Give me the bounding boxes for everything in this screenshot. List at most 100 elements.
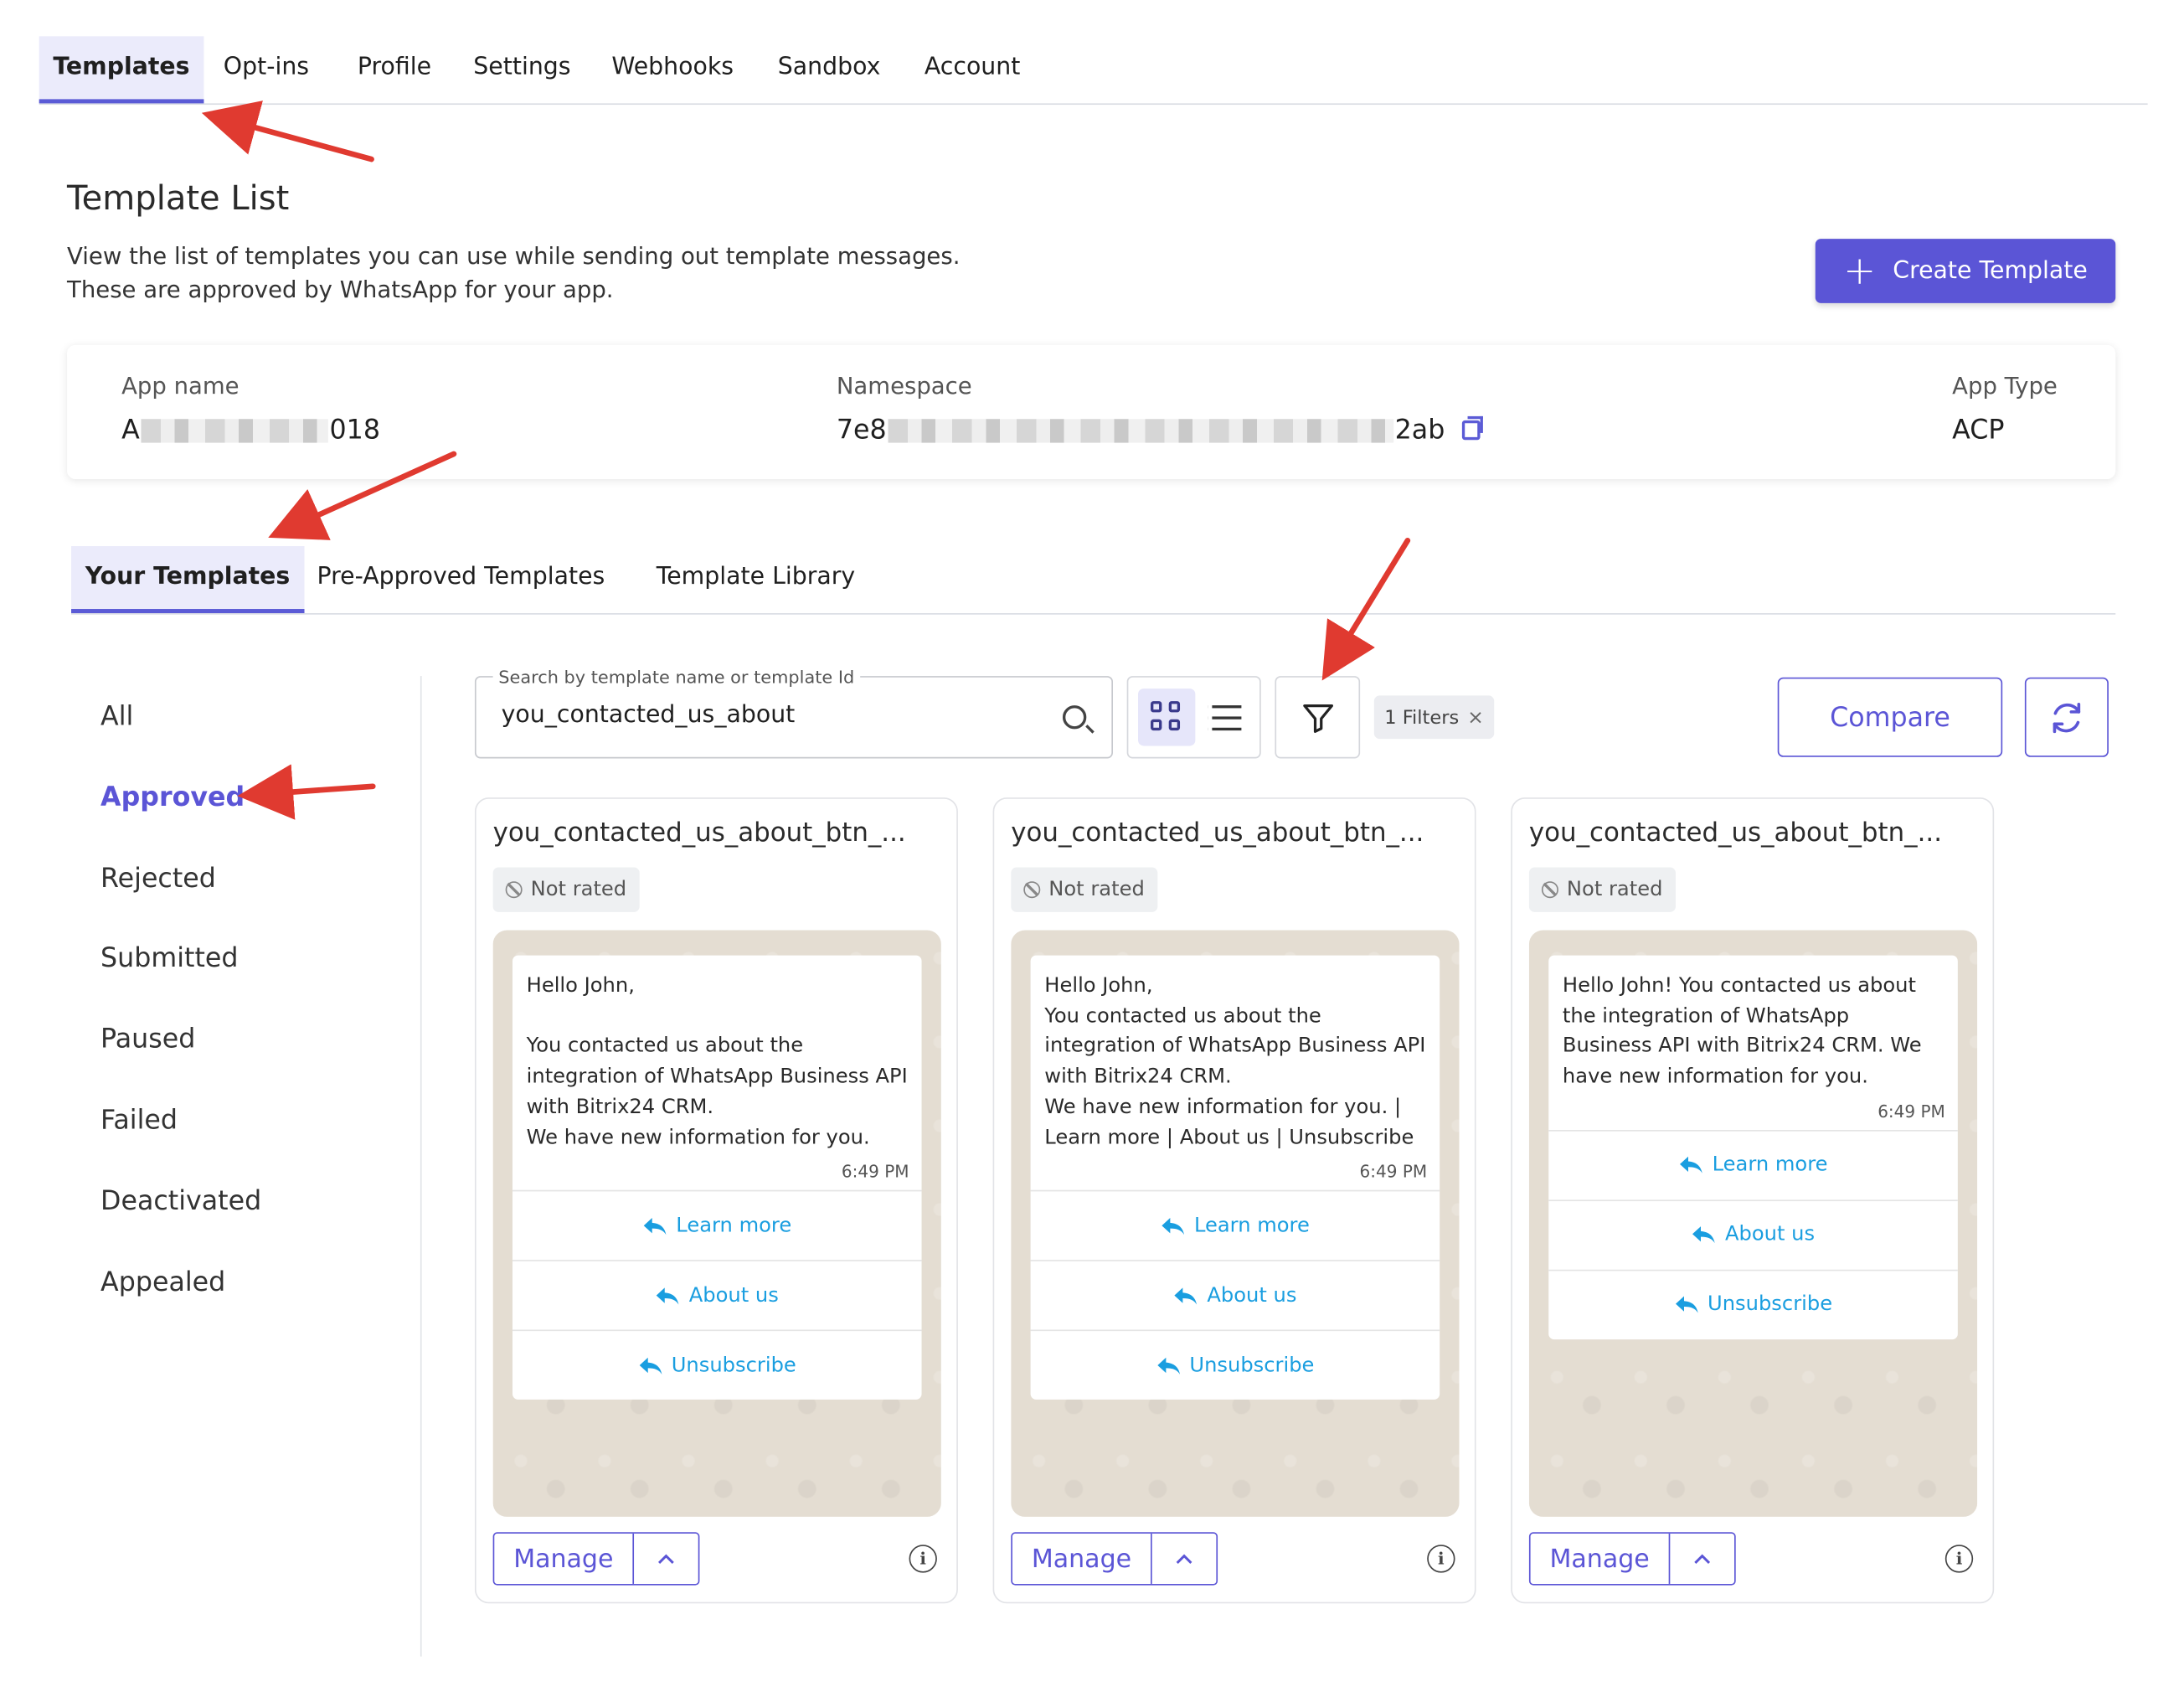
top-tab-sandbox[interactable]: Sandbox bbox=[764, 36, 894, 103]
info-icon[interactable]: i bbox=[1944, 1545, 1974, 1573]
status-paused[interactable]: Paused bbox=[100, 1024, 195, 1055]
rating-label: Not rated bbox=[1048, 878, 1145, 901]
vertical-divider bbox=[420, 676, 422, 1657]
manage-button[interactable]: Manage bbox=[1531, 1533, 1671, 1584]
quick-reply-learn-more[interactable]: Learn more bbox=[1030, 1190, 1440, 1260]
top-tab-opt-ins[interactable]: Opt-ins bbox=[209, 36, 323, 103]
manage-button[interactable]: Manage bbox=[1012, 1533, 1152, 1584]
tab-template-library[interactable]: Template Library bbox=[642, 546, 869, 613]
manage-button[interactable]: Manage bbox=[494, 1533, 635, 1584]
refresh-icon bbox=[2053, 702, 2081, 733]
filter-icon bbox=[1302, 704, 1333, 733]
chevron-up-icon[interactable] bbox=[1670, 1534, 1734, 1584]
app-name-suffix: 018 bbox=[329, 415, 381, 446]
reply-icon bbox=[657, 1287, 680, 1304]
redacted-blur bbox=[888, 418, 1393, 442]
refresh-button[interactable] bbox=[2024, 677, 2109, 757]
message-preview: Hello John, You contacted us about the i… bbox=[1011, 930, 1460, 1517]
app-name-label: App name bbox=[121, 373, 240, 400]
message-time: 6:49 PM bbox=[841, 1162, 909, 1183]
quick-reply-label: Unsubscribe bbox=[1189, 1354, 1315, 1377]
quick-reply-about-us[interactable]: About us bbox=[1548, 1199, 1958, 1269]
arrow-to-approved-filter bbox=[237, 764, 376, 820]
reply-icon bbox=[1692, 1226, 1716, 1244]
status-submitted[interactable]: Submitted bbox=[100, 943, 238, 974]
status-rejected[interactable]: Rejected bbox=[100, 864, 216, 895]
quick-reply-label: Learn more bbox=[1712, 1153, 1828, 1177]
tab-pre-approved-templates[interactable]: Pre-Approved Templates bbox=[303, 546, 619, 613]
quick-reply-label: Learn more bbox=[676, 1215, 792, 1237]
top-tab-webhooks[interactable]: Webhooks bbox=[598, 36, 748, 103]
message-preview: Hello John, You contacted us about the i… bbox=[492, 930, 941, 1517]
rating-badge: Not rated bbox=[1011, 867, 1157, 912]
reply-icon bbox=[1162, 1217, 1185, 1235]
template-card[interactable]: you_contacted_us_about_btn_... Not rated… bbox=[1511, 797, 1995, 1604]
compare-button[interactable]: Compare bbox=[1777, 677, 2003, 757]
template-name: you_contacted_us_about_btn_... bbox=[492, 818, 906, 848]
reply-icon bbox=[1174, 1287, 1198, 1304]
grid-view-icon[interactable] bbox=[1138, 689, 1196, 746]
quick-reply-learn-more[interactable]: Learn more bbox=[1548, 1129, 1958, 1199]
chevron-up-icon[interactable] bbox=[1152, 1534, 1217, 1584]
quick-reply-label: Learn more bbox=[1193, 1215, 1310, 1237]
message-bubble: Hello John! You contacted us about the i… bbox=[1548, 955, 1958, 1339]
app-name-value: A 018 bbox=[121, 415, 380, 446]
search-field: Search by template name or template Id bbox=[474, 666, 1113, 759]
template-card[interactable]: you_contacted_us_about_btn_... Not rated… bbox=[474, 797, 958, 1604]
arrow-to-templates-tab bbox=[201, 101, 374, 162]
copy-icon[interactable] bbox=[1461, 415, 1483, 441]
message-bubble: Hello John, You contacted us about the i… bbox=[512, 955, 922, 1400]
top-tab-profile[interactable]: Profile bbox=[343, 36, 445, 103]
description-line-2: These are approved by WhatsApp for your … bbox=[67, 276, 614, 303]
namespace-label: Namespace bbox=[836, 373, 972, 400]
plus-icon: + bbox=[1843, 247, 1877, 294]
template-card[interactable]: you_contacted_us_about_btn_... Not rated… bbox=[992, 797, 1476, 1604]
namespace-suffix: 2ab bbox=[1394, 415, 1445, 446]
reply-icon bbox=[1675, 1296, 1698, 1313]
status-failed[interactable]: Failed bbox=[100, 1105, 178, 1136]
search-input[interactable] bbox=[501, 701, 1033, 730]
quick-reply-label: Unsubscribe bbox=[671, 1354, 796, 1377]
top-tab-settings[interactable]: Settings bbox=[460, 36, 585, 103]
description-line-1: View the list of templates you can use w… bbox=[67, 243, 961, 270]
quick-reply-label: Unsubscribe bbox=[1708, 1293, 1833, 1317]
filter-chip-label: 1 Filters bbox=[1384, 705, 1460, 729]
quick-reply-label: About us bbox=[688, 1284, 779, 1308]
rating-badge: Not rated bbox=[1528, 867, 1676, 912]
filter-chip[interactable]: 1 Filters × bbox=[1373, 695, 1495, 740]
info-icon[interactable]: i bbox=[1427, 1545, 1455, 1573]
search-legend: Search by template name or template Id bbox=[492, 666, 860, 688]
namespace-prefix: 7e8 bbox=[836, 415, 887, 446]
status-appealed[interactable]: Appealed bbox=[100, 1266, 225, 1297]
top-tab-templates[interactable]: Templates bbox=[39, 36, 204, 104]
top-nav: Templates Opt-ins Profile Settings Webho… bbox=[39, 36, 2148, 106]
create-template-button[interactable]: + Create Template bbox=[1815, 239, 2116, 303]
reply-icon bbox=[1680, 1157, 1702, 1174]
chevron-up-icon[interactable] bbox=[634, 1534, 698, 1584]
message-body: Hello John, You contacted us about the i… bbox=[526, 974, 908, 1149]
tab-your-templates[interactable]: Your Templates bbox=[71, 545, 304, 614]
reply-icon bbox=[639, 1357, 662, 1375]
filter-button[interactable] bbox=[1275, 676, 1361, 759]
quick-reply-label: About us bbox=[1724, 1224, 1816, 1246]
template-name: you_contacted_us_about_btn_... bbox=[1528, 818, 1942, 848]
status-approved[interactable]: Approved bbox=[100, 782, 245, 813]
quick-reply-about-us[interactable]: About us bbox=[1030, 1260, 1440, 1329]
quick-reply-unsubscribe[interactable]: Unsubscribe bbox=[1030, 1329, 1440, 1400]
rating-badge: Not rated bbox=[492, 867, 640, 912]
close-icon[interactable]: × bbox=[1467, 706, 1484, 729]
quick-reply-about-us[interactable]: About us bbox=[512, 1260, 922, 1329]
status-deactivated[interactable]: Deactivated bbox=[100, 1186, 261, 1217]
status-all[interactable]: All bbox=[100, 701, 133, 732]
reply-icon bbox=[1157, 1357, 1180, 1375]
quick-reply-learn-more[interactable]: Learn more bbox=[512, 1190, 922, 1260]
list-view-icon[interactable] bbox=[1208, 704, 1242, 732]
message-preview: Hello John! You contacted us about the i… bbox=[1528, 930, 1978, 1517]
top-tab-account[interactable]: Account bbox=[910, 36, 1034, 103]
search-icon[interactable] bbox=[1062, 705, 1087, 730]
template-name: you_contacted_us_about_btn_... bbox=[1011, 818, 1424, 848]
quick-reply-unsubscribe[interactable]: Unsubscribe bbox=[1548, 1269, 1958, 1339]
quick-reply-unsubscribe[interactable]: Unsubscribe bbox=[512, 1329, 922, 1400]
redacted-blur bbox=[141, 418, 328, 442]
info-icon[interactable]: i bbox=[909, 1545, 937, 1573]
